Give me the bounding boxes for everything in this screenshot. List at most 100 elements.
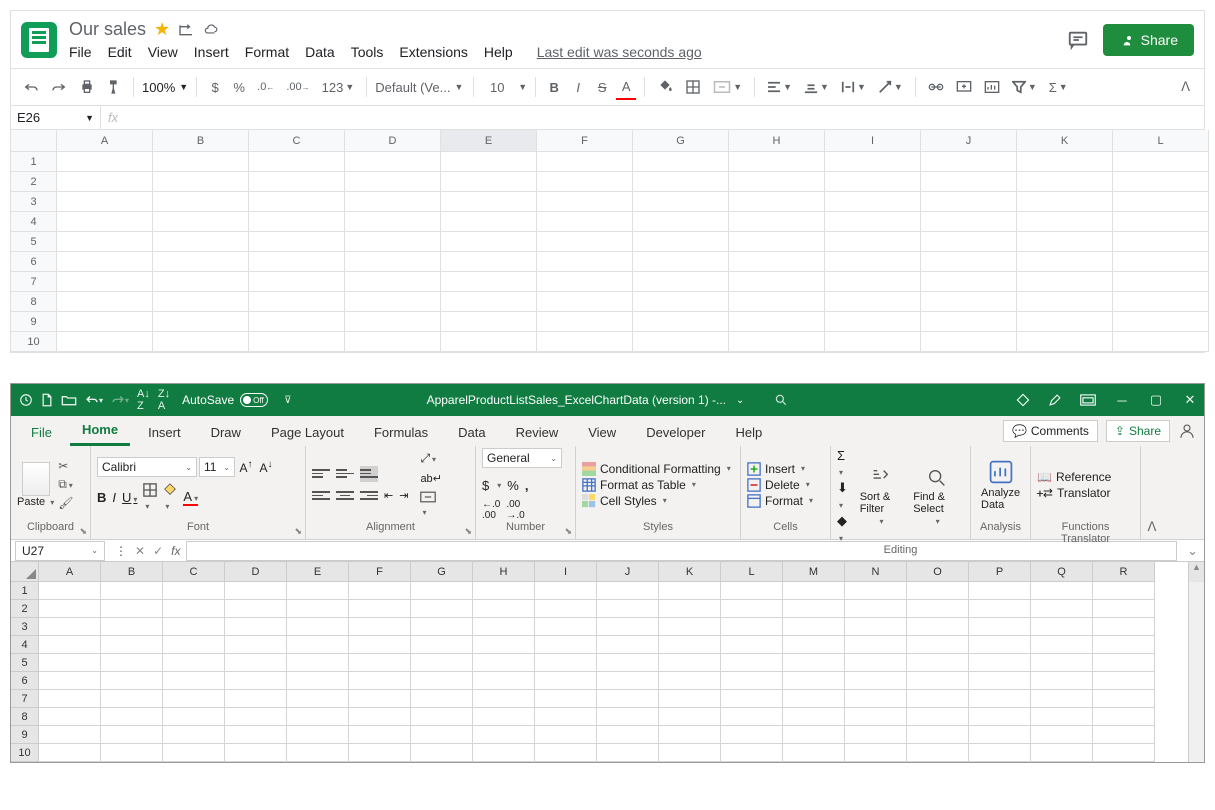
tab-view[interactable]: View — [576, 419, 628, 446]
cell[interactable] — [535, 618, 597, 636]
cell[interactable] — [535, 636, 597, 654]
comma-icon[interactable]: , — [525, 478, 529, 493]
cell[interactable] — [249, 272, 345, 292]
cell[interactable] — [1113, 152, 1209, 172]
cell[interactable] — [825, 172, 921, 192]
cell[interactable] — [597, 600, 659, 618]
cell[interactable] — [1093, 654, 1155, 672]
pen-icon[interactable] — [1048, 393, 1062, 407]
cell[interactable] — [729, 272, 825, 292]
cell[interactable] — [101, 690, 163, 708]
cell[interactable] — [225, 582, 287, 600]
paint-format-icon[interactable] — [103, 75, 125, 99]
cell[interactable] — [249, 152, 345, 172]
sort-asc-icon[interactable]: A↓Z — [137, 388, 150, 412]
cell[interactable] — [825, 192, 921, 212]
cell[interactable] — [1031, 582, 1093, 600]
cell[interactable] — [1017, 292, 1113, 312]
paste-icon[interactable] — [22, 462, 50, 496]
row-header[interactable]: 2 — [11, 600, 39, 618]
cell[interactable] — [153, 212, 249, 232]
cell[interactable] — [783, 672, 845, 690]
cell[interactable] — [783, 744, 845, 762]
cell[interactable] — [535, 582, 597, 600]
cell[interactable] — [845, 654, 907, 672]
row-header[interactable]: 3 — [11, 192, 57, 212]
cell[interactable] — [633, 272, 729, 292]
cell[interactable] — [1113, 292, 1209, 312]
cell[interactable] — [349, 672, 411, 690]
cell[interactable] — [659, 726, 721, 744]
font-color-icon[interactable]: A▾ — [183, 489, 198, 506]
cell[interactable] — [473, 582, 535, 600]
inc-indent-icon[interactable]: ⇥ — [399, 489, 408, 502]
cell[interactable] — [633, 192, 729, 212]
column-header[interactable]: E — [441, 130, 537, 152]
cell[interactable] — [57, 212, 153, 232]
cell[interactable] — [411, 744, 473, 762]
cell[interactable] — [101, 708, 163, 726]
menu-insert[interactable]: Insert — [194, 44, 229, 60]
cell[interactable] — [249, 232, 345, 252]
percent-icon[interactable]: % — [507, 478, 519, 493]
borders-icon[interactable] — [681, 75, 705, 99]
search-icon[interactable] — [774, 393, 788, 407]
cell[interactable] — [101, 654, 163, 672]
cell[interactable] — [1113, 212, 1209, 232]
font-size-select[interactable]: 10 — [482, 80, 512, 95]
cell[interactable] — [633, 252, 729, 272]
row-header[interactable]: 4 — [11, 636, 39, 654]
format-percent-button[interactable]: % — [229, 76, 249, 99]
undo-icon[interactable] — [19, 77, 43, 97]
number-launcher-icon[interactable]: ⬊ — [564, 526, 572, 537]
cell[interactable] — [441, 252, 537, 272]
cell[interactable] — [729, 312, 825, 332]
tab-page-layout[interactable]: Page Layout — [259, 419, 356, 446]
cell[interactable] — [1031, 636, 1093, 654]
cell[interactable] — [907, 600, 969, 618]
cell[interactable] — [153, 192, 249, 212]
cell[interactable] — [537, 212, 633, 232]
cell[interactable] — [249, 332, 345, 352]
menu-data[interactable]: Data — [305, 44, 335, 60]
cell[interactable] — [783, 690, 845, 708]
cell[interactable] — [163, 672, 225, 690]
bold-button[interactable]: B — [97, 490, 106, 505]
menu-view[interactable]: View — [148, 44, 178, 60]
cell[interactable] — [659, 600, 721, 618]
cell[interactable] — [597, 672, 659, 690]
cell[interactable] — [783, 636, 845, 654]
cell[interactable] — [1093, 672, 1155, 690]
cell[interactable] — [101, 600, 163, 618]
cell[interactable] — [597, 726, 659, 744]
cell[interactable] — [535, 708, 597, 726]
cell[interactable] — [1031, 672, 1093, 690]
align-right-icon[interactable] — [360, 488, 378, 504]
cell[interactable] — [411, 708, 473, 726]
cell[interactable] — [825, 232, 921, 252]
cell[interactable] — [345, 172, 441, 192]
row-header[interactable]: 10 — [11, 744, 39, 762]
cell[interactable] — [39, 690, 101, 708]
italic-button[interactable]: I — [568, 76, 588, 99]
cell[interactable] — [633, 232, 729, 252]
cell[interactable] — [39, 600, 101, 618]
cell[interactable] — [921, 192, 1017, 212]
cell[interactable] — [783, 618, 845, 636]
copy-icon[interactable]: ⧉▾ — [58, 477, 73, 492]
autosave-toggle[interactable]: AutoSave Off — [182, 393, 268, 407]
title-dropdown-icon[interactable]: ⌄ — [736, 395, 744, 406]
cut-icon[interactable]: ✂ — [58, 459, 73, 473]
tab-data[interactable]: Data — [446, 419, 497, 446]
cell[interactable] — [535, 726, 597, 744]
cell[interactable] — [349, 582, 411, 600]
cell[interactable] — [473, 672, 535, 690]
cell[interactable] — [783, 654, 845, 672]
cell[interactable] — [825, 292, 921, 312]
font-family-select[interactable]: Default (Ve...▼ — [375, 80, 465, 95]
h-align-icon[interactable]: ▼ — [763, 77, 796, 97]
ribbon-mode-icon[interactable] — [1080, 394, 1096, 406]
print-icon[interactable] — [75, 75, 99, 99]
bold-button[interactable]: B — [544, 76, 564, 99]
row-header[interactable]: 7 — [11, 690, 39, 708]
